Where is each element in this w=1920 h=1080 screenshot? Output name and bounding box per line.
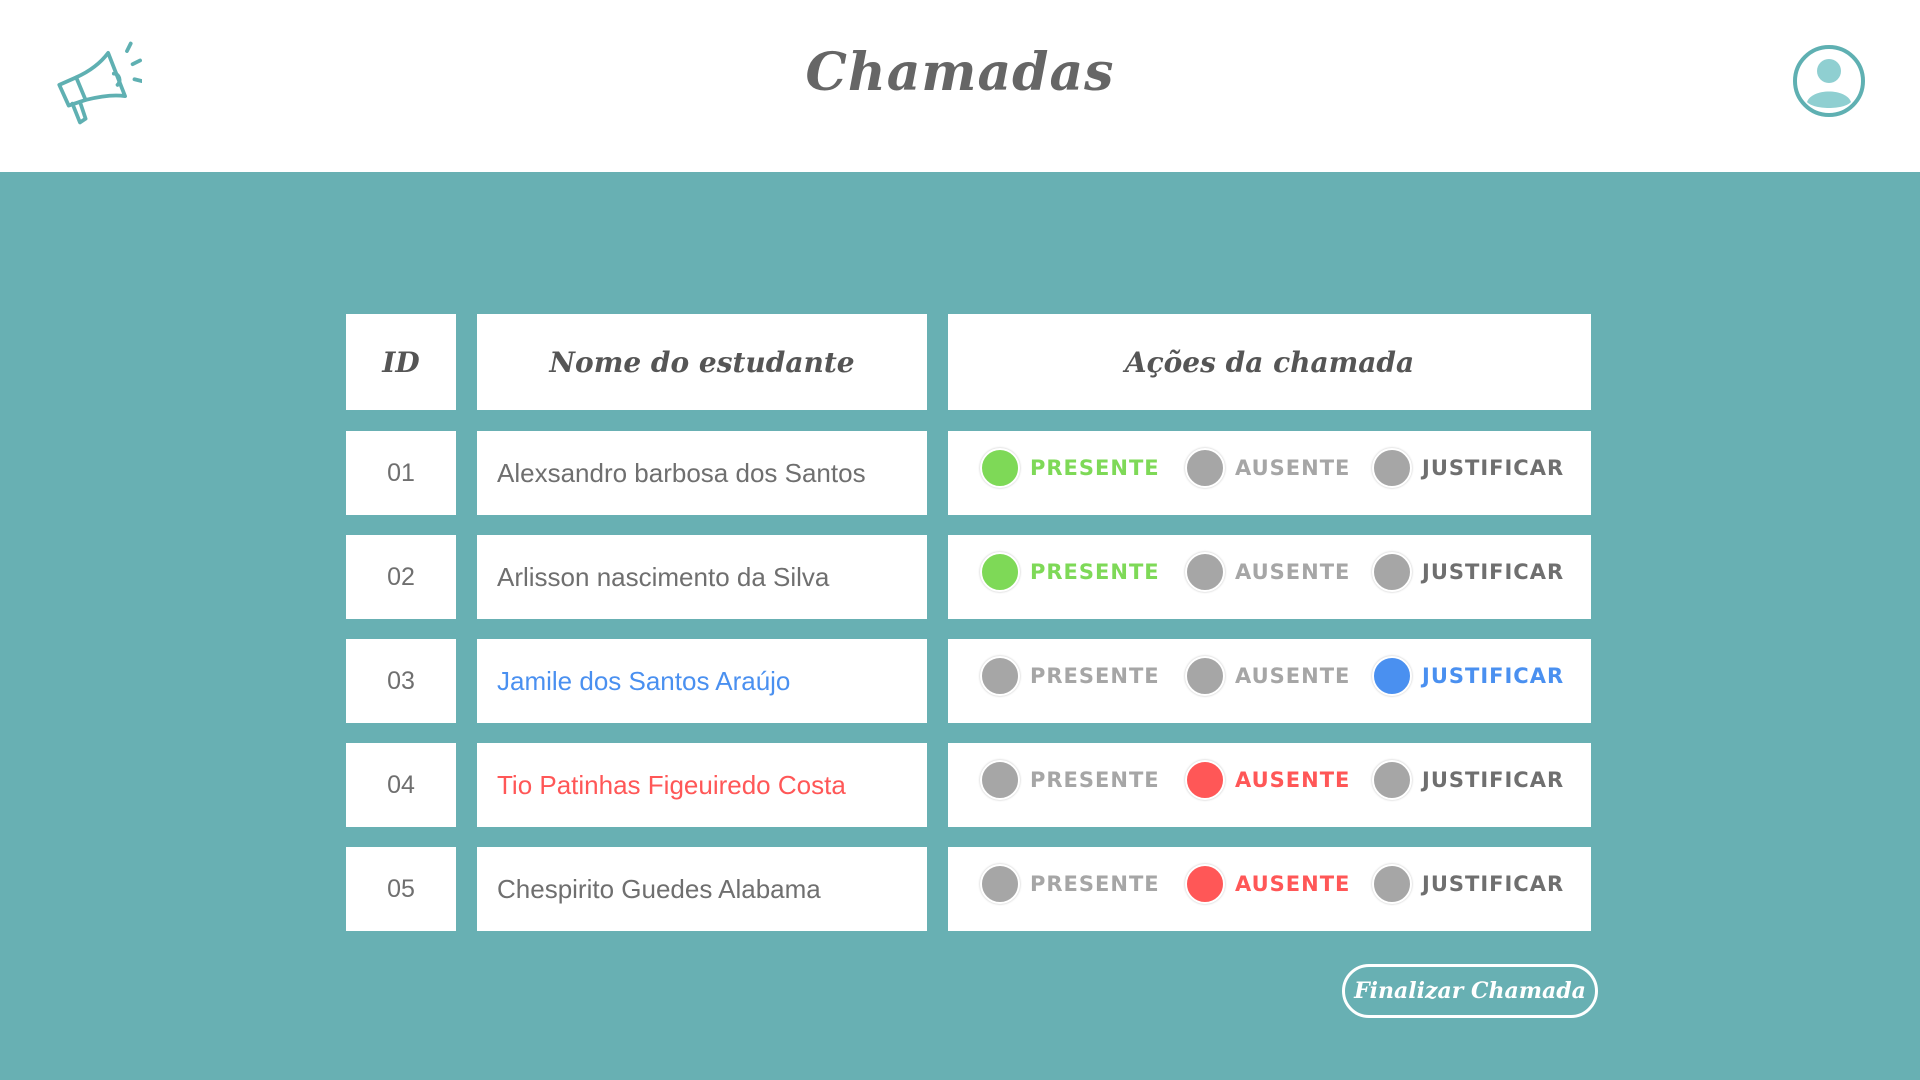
- radio-dot-icon[interactable]: [980, 760, 1020, 800]
- option-ausente[interactable]: AUSENTE: [1185, 864, 1350, 904]
- option-label: JUSTIFICAR: [1422, 768, 1565, 792]
- option-ausente[interactable]: AUSENTE: [1185, 760, 1350, 800]
- radio-dot-icon[interactable]: [1185, 864, 1225, 904]
- option-label: PRESENTE: [1030, 560, 1160, 584]
- option-label: AUSENTE: [1235, 768, 1351, 792]
- student-name: Alexsandro barbosa dos Santos: [477, 431, 927, 515]
- radio-dot-icon[interactable]: [1185, 656, 1225, 696]
- radio-dot-icon[interactable]: [1372, 864, 1412, 904]
- radio-dot-icon[interactable]: [1185, 760, 1225, 800]
- finish-attendance-button[interactable]: Finalizar Chamada: [1342, 964, 1598, 1018]
- radio-dot-icon[interactable]: [1372, 760, 1412, 800]
- option-label: PRESENTE: [1030, 768, 1160, 792]
- radio-dot-icon[interactable]: [980, 864, 1020, 904]
- option-presente[interactable]: PRESENTE: [980, 864, 1160, 904]
- student-name: Chespirito Guedes Alabama: [477, 847, 927, 931]
- row-id: 01: [346, 431, 456, 515]
- student-name: Arlisson nascimento da Silva: [477, 535, 927, 619]
- option-ausente[interactable]: AUSENTE: [1185, 552, 1350, 592]
- row-id: 02: [346, 535, 456, 619]
- option-label: JUSTIFICAR: [1422, 872, 1565, 896]
- option-label: PRESENTE: [1030, 872, 1160, 896]
- column-header-id: ID: [346, 314, 456, 410]
- option-justificar[interactable]: JUSTIFICAR: [1372, 552, 1564, 592]
- attendance-actions: PRESENTE AUSENTE JUSTIFICAR: [948, 847, 1591, 931]
- row-id: 05: [346, 847, 456, 931]
- option-presente[interactable]: PRESENTE: [980, 552, 1160, 592]
- column-header-name: Nome do estudante: [477, 314, 927, 410]
- option-ausente[interactable]: AUSENTE: [1185, 656, 1350, 696]
- student-name: Jamile dos Santos Araújo: [477, 639, 927, 723]
- student-name: Tio Patinhas Figeuiredo Costa: [477, 743, 927, 827]
- option-justificar[interactable]: JUSTIFICAR: [1372, 448, 1564, 488]
- option-presente[interactable]: PRESENTE: [980, 656, 1160, 696]
- option-label: JUSTIFICAR: [1422, 664, 1565, 688]
- option-label: AUSENTE: [1235, 560, 1351, 584]
- radio-dot-icon[interactable]: [980, 656, 1020, 696]
- page-title: Chamadas: [805, 42, 1115, 103]
- option-justificar[interactable]: JUSTIFICAR: [1372, 864, 1564, 904]
- radio-dot-icon[interactable]: [1372, 448, 1412, 488]
- option-label: JUSTIFICAR: [1422, 456, 1565, 480]
- radio-dot-icon[interactable]: [1372, 552, 1412, 592]
- option-label: AUSENTE: [1235, 872, 1351, 896]
- radio-dot-icon[interactable]: [1185, 552, 1225, 592]
- attendance-actions: PRESENTE AUSENTE JUSTIFICAR: [948, 743, 1591, 827]
- option-justificar[interactable]: JUSTIFICAR: [1372, 656, 1564, 696]
- option-label: AUSENTE: [1235, 664, 1351, 688]
- radio-dot-icon[interactable]: [980, 552, 1020, 592]
- top-bar: Chamadas: [0, 0, 1920, 172]
- radio-dot-icon[interactable]: [980, 448, 1020, 488]
- option-presente[interactable]: PRESENTE: [980, 760, 1160, 800]
- option-justificar[interactable]: JUSTIFICAR: [1372, 760, 1564, 800]
- row-id: 04: [346, 743, 456, 827]
- option-label: PRESENTE: [1030, 456, 1160, 480]
- user-avatar-icon[interactable]: [1792, 44, 1866, 118]
- attendance-actions: PRESENTE AUSENTE JUSTIFICAR: [948, 639, 1591, 723]
- radio-dot-icon[interactable]: [1372, 656, 1412, 696]
- option-label: AUSENTE: [1235, 456, 1351, 480]
- radio-dot-icon[interactable]: [1185, 448, 1225, 488]
- option-label: PRESENTE: [1030, 664, 1160, 688]
- column-header-actions: Ações da chamada: [948, 314, 1591, 410]
- attendance-actions: PRESENTE AUSENTE JUSTIFICAR: [948, 535, 1591, 619]
- option-presente[interactable]: PRESENTE: [980, 448, 1160, 488]
- row-id: 03: [346, 639, 456, 723]
- attendance-actions: PRESENTE AUSENTE JUSTIFICAR: [948, 431, 1591, 515]
- option-label: JUSTIFICAR: [1422, 560, 1565, 584]
- option-ausente[interactable]: AUSENTE: [1185, 448, 1350, 488]
